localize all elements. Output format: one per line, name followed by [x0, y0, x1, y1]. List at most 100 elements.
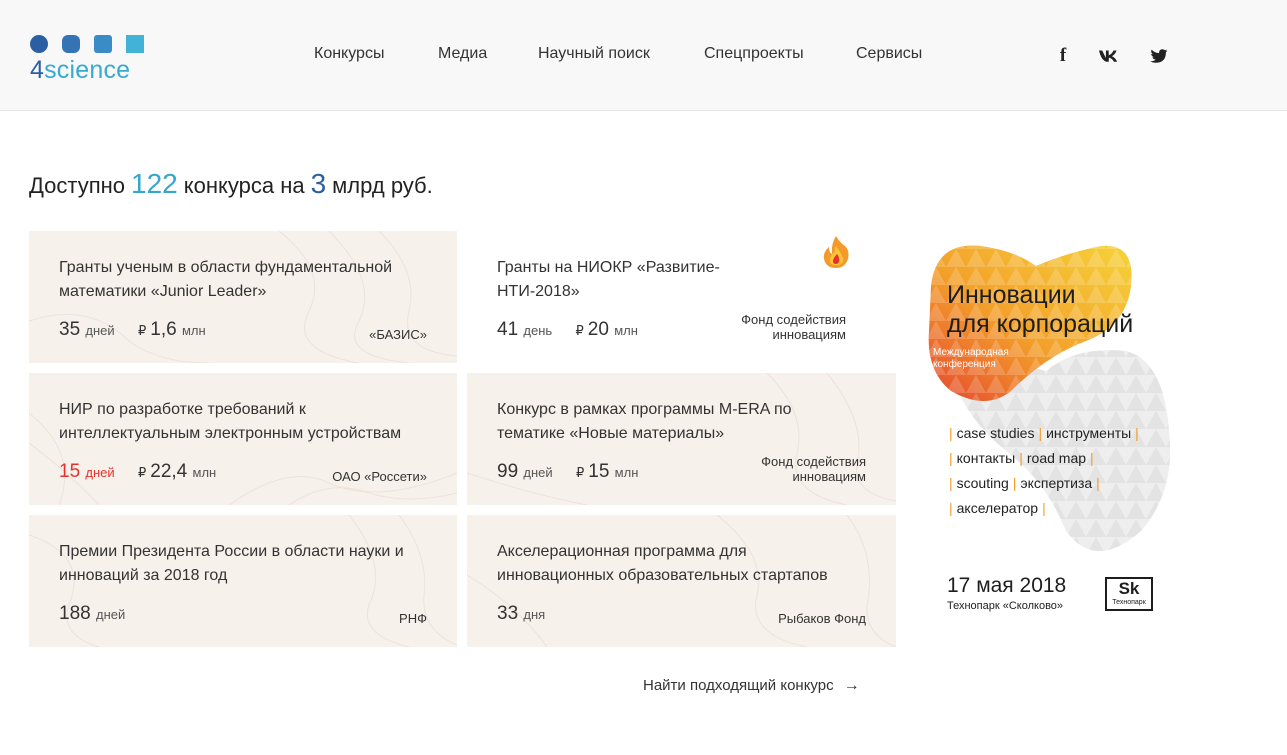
tag-divider: | [949, 475, 953, 491]
tag-divider: | [1096, 475, 1100, 491]
headline-suffix: млрд руб. [332, 173, 433, 198]
tag: case studies [956, 425, 1035, 441]
card-organization: Фонд содействия инновациям [761, 454, 866, 484]
card-title: НИР по разработке требований к интеллект… [59, 401, 402, 442]
amount-unit: млн [181, 323, 206, 338]
logo-four: 4 [30, 56, 45, 84]
page-headline: Доступно 122 конкурса на 3 млрд руб. [29, 168, 433, 200]
contest-card[interactable]: Премии Президента России в области науки… [29, 515, 457, 647]
days-unit: дней [523, 465, 553, 480]
amount-unit: млн [614, 465, 639, 480]
tag-divider: | [949, 425, 953, 441]
logo[interactable]: 4science [30, 34, 160, 84]
days-unit: дней [85, 323, 115, 338]
facebook-icon[interactable]: f [1053, 45, 1073, 66]
find-contest-label: Найти подходящий конкурс [643, 677, 834, 694]
org-line-2: инновациям [792, 469, 866, 484]
banner-venue: Технопарк «Сколково» [947, 600, 1064, 612]
twitter-icon[interactable] [1149, 46, 1169, 66]
amount-value: 20 [587, 319, 609, 340]
amount-value: 15 [588, 461, 610, 482]
days-left: 188 дней [59, 603, 125, 624]
days-left: 33 дня [497, 603, 545, 624]
card-title: Гранты ученым в области фундаментальной … [59, 259, 393, 300]
skolkovo-logo-caption: Технопарк [1112, 599, 1146, 606]
tag: scouting [956, 475, 1009, 491]
days-left: 35 дней [59, 319, 115, 340]
amount-value: 1,6 [150, 319, 177, 340]
card-organization: Фонд содействия инновациям [741, 312, 846, 342]
tag-divider: | [1135, 425, 1139, 441]
tag-row: | scouting | экспертиза | [945, 471, 1175, 496]
logo-wordmark: 4science [30, 57, 130, 83]
org-line-2: инновациям [772, 327, 846, 342]
site-header: 4science Конкурсы Медиа Научный поиск Сп… [0, 0, 1287, 111]
days-value: 15 [59, 461, 81, 482]
tag-row: | контакты | road map | [945, 446, 1175, 471]
logo-square-icon [94, 35, 112, 53]
banner-title-line-1: Инновации [947, 281, 1076, 309]
logo-rounded-square-icon [62, 35, 80, 53]
ruble-icon: ₽ [575, 323, 584, 338]
amount-value: 22,4 [150, 461, 188, 482]
tag-divider: | [1012, 475, 1017, 491]
days-value: 99 [497, 461, 519, 482]
skolkovo-logo: Sk Технопарк [1105, 577, 1153, 611]
nav-item-contests[interactable]: Конкурсы [314, 45, 384, 63]
tag-divider: | [1019, 450, 1023, 466]
card-organization: ОАО «Россети» [332, 469, 427, 484]
contest-card[interactable]: Гранты ученым в области фундаментальной … [29, 231, 457, 363]
tag: экспертиза [1020, 475, 1093, 491]
card-meta: 15 дней ₽22,4 млн [59, 461, 216, 483]
nav-item-media[interactable]: Медиа [438, 45, 487, 63]
card-organization: «БАЗИС» [369, 327, 427, 342]
card-meta: 41 день ₽20 млн [497, 319, 638, 341]
org-line-1: Фонд содействия [761, 454, 866, 469]
card-organization: РНФ [399, 611, 427, 626]
nav-item-science-search[interactable]: Научный поиск [538, 45, 650, 63]
tag-row: | акселератор | [945, 496, 1175, 521]
tag: контакты [956, 450, 1016, 466]
contest-card[interactable]: НИР по разработке требований к интеллект… [29, 373, 457, 505]
tag: инструменты [1046, 425, 1132, 441]
grant-amount: ₽22,4 млн [138, 461, 216, 482]
amount-unit: млн [614, 323, 638, 338]
fire-icon [823, 236, 849, 268]
card-meta: 188 дней [59, 603, 125, 625]
contest-card[interactable]: Акселерационная программа для инновацион… [467, 515, 896, 647]
days-value: 33 [497, 603, 519, 624]
vk-icon[interactable] [1098, 46, 1120, 66]
days-unit: дней [85, 465, 115, 480]
tag-row: | case studies | инструменты | [945, 421, 1175, 446]
nav-item-special-projects[interactable]: Спецпроекты [704, 45, 804, 63]
nav-item-services[interactable]: Сервисы [856, 45, 922, 63]
tag-divider: | [1090, 450, 1094, 466]
card-title: Гранты на НИОКР «Развитие-НТИ-2018» [497, 259, 720, 300]
card-meta: 35 дней ₽1,6 млн [59, 319, 206, 341]
banner-subtitle-line-1: Международная [933, 347, 1009, 358]
conference-banner[interactable]: Инновации для корпораций Международная к… [926, 231, 1176, 621]
logo-circle-icon [30, 35, 48, 53]
org-line-1: Фонд содействия [741, 312, 846, 327]
days-unit: дней [95, 607, 126, 622]
days-unit: день [523, 323, 553, 338]
total-amount: 3 [310, 168, 327, 199]
grant-amount: ₽20 млн [575, 319, 637, 340]
grant-amount: ₽1,6 млн [138, 319, 206, 340]
banner-subtitle: Международная конференция [933, 347, 1043, 371]
headline-middle: конкурса на [183, 173, 305, 198]
contest-count: 122 [131, 168, 178, 199]
banner-date: 17 мая 2018 [947, 574, 1067, 597]
headline-prefix: Доступно [29, 173, 126, 198]
contest-card-hot[interactable]: Гранты на НИОКР «Развитие-НТИ-2018» 41 д… [467, 231, 877, 363]
card-title: Премии Президента России в области науки… [59, 543, 404, 584]
tag-divider: | [1042, 500, 1046, 516]
card-organization: Рыбаков Фонд [778, 611, 866, 626]
ruble-icon: ₽ [575, 465, 585, 480]
days-left: 41 день [497, 319, 552, 340]
ruble-icon: ₽ [137, 465, 147, 480]
find-contest-link[interactable]: Найти подходящий конкурс → [643, 677, 860, 695]
tag-divider: | [1038, 425, 1043, 441]
contest-card[interactable]: Конкурс в рамках программы M-ERA по тема… [467, 373, 896, 505]
logo-science: science [44, 56, 131, 84]
